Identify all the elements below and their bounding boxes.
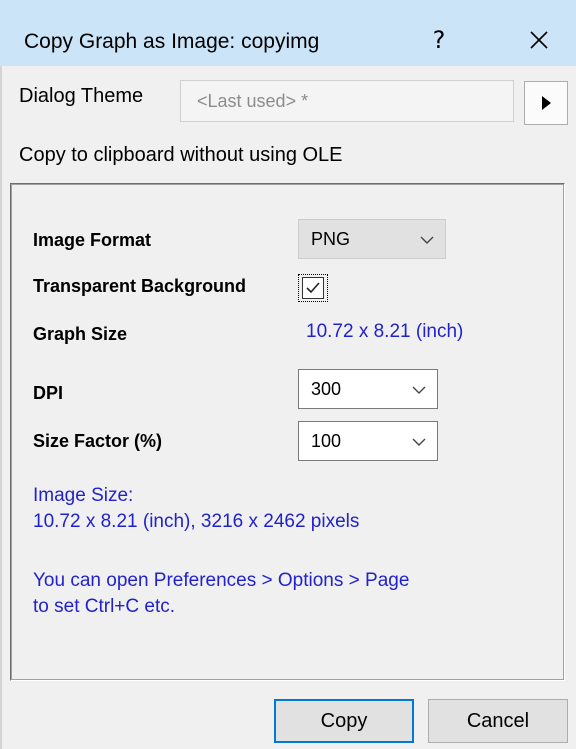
copy-button[interactable]: Copy xyxy=(274,699,414,743)
preferences-hint-line1: You can open Preferences > Options > Pag… xyxy=(33,570,410,591)
dialog-theme-field[interactable]: <Last used> * xyxy=(180,80,514,122)
window-title: Copy Graph as Image: copyimg xyxy=(24,30,320,53)
dialog-theme-label: Dialog Theme xyxy=(19,85,144,107)
graph-size-label: Graph Size xyxy=(33,324,128,344)
checkbox-box xyxy=(302,277,324,299)
window-border xyxy=(0,66,2,749)
help-button[interactable]: ? xyxy=(410,14,468,66)
image-format-label: Image Format xyxy=(33,230,152,250)
ole-option-text[interactable]: Copy to clipboard without using OLE xyxy=(19,143,343,167)
checkmark-icon xyxy=(306,282,320,294)
dpi-select[interactable]: 300 xyxy=(298,369,438,409)
size-factor-select[interactable]: 100 xyxy=(298,421,438,461)
preferences-hint-line2: to set Ctrl+C etc. xyxy=(33,596,176,617)
transparent-background-checkbox[interactable] xyxy=(298,274,328,302)
image-format-select[interactable]: PNG xyxy=(298,219,446,259)
cancel-button[interactable]: Cancel xyxy=(428,699,568,743)
image-format-value: PNG xyxy=(311,228,351,249)
close-button[interactable] xyxy=(510,14,568,66)
transparent-background-label: Transparent Background xyxy=(33,276,247,296)
graph-size-value: 10.72 x 8.21 (inch) xyxy=(306,321,464,342)
dpi-value: 300 xyxy=(311,378,342,399)
size-factor-value: 100 xyxy=(311,430,342,451)
triangle-right-icon xyxy=(542,96,551,110)
chevron-down-icon xyxy=(420,236,434,244)
theme-menu-button[interactable] xyxy=(524,81,568,125)
close-icon xyxy=(530,31,548,49)
size-factor-label: Size Factor (%) xyxy=(33,431,163,451)
dpi-label: DPI xyxy=(33,383,64,403)
chevron-down-icon xyxy=(412,386,426,394)
chevron-down-icon xyxy=(412,438,426,446)
image-size-value: 10.72 x 8.21 (inch), 3216 x 2462 pixels xyxy=(33,511,360,532)
image-size-label: Image Size: xyxy=(33,485,134,506)
